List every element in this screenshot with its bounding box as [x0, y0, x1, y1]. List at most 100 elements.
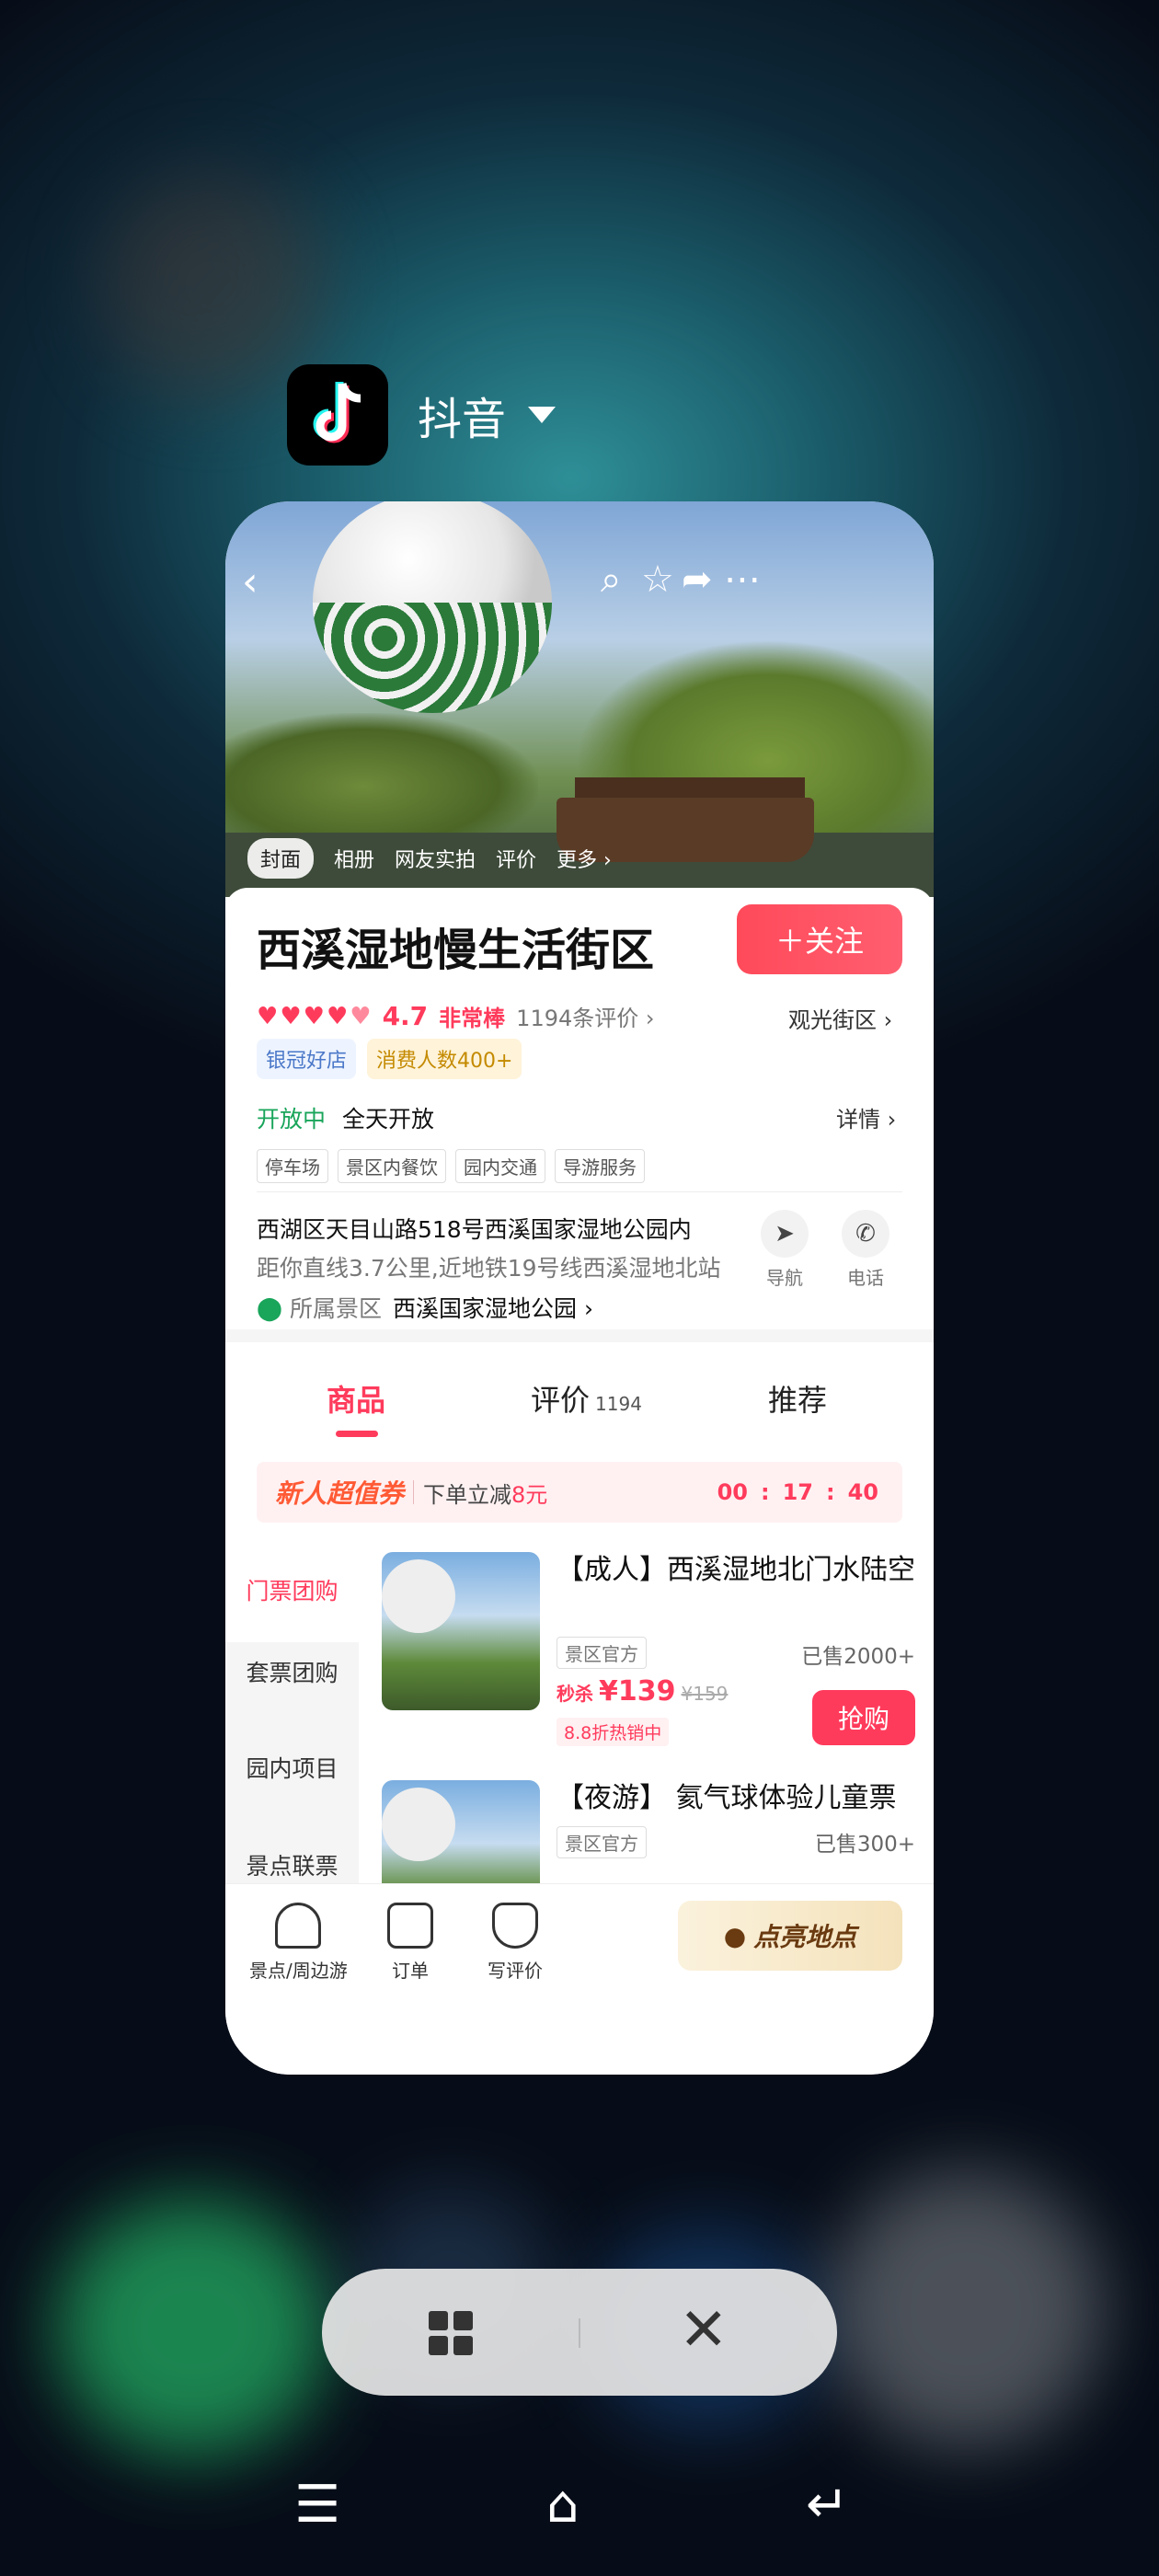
- facility-tag: 导游服务: [555, 1149, 645, 1183]
- phone-icon: ✆: [842, 1210, 889, 1258]
- review-count-link[interactable]: 1194条评价 ›: [516, 1000, 654, 1032]
- sidebar-item-combo-tickets[interactable]: 景点联票: [225, 1848, 359, 1881]
- more-icon[interactable]: ⋯: [724, 558, 761, 601]
- back-icon[interactable]: ‹: [242, 558, 258, 605]
- details-link[interactable]: 详情 ›: [836, 1101, 896, 1133]
- cover-tab-more[interactable]: 更多 ›: [557, 844, 612, 873]
- section-gap: [225, 1329, 934, 1342]
- content-tabs: 商品 评价 1194 推荐: [225, 1342, 934, 1443]
- cover-tab-reviews[interactable]: 评价: [496, 844, 536, 873]
- cover-tab-album[interactable]: 相册: [334, 844, 374, 873]
- facility-tag: 景区内餐饮: [338, 1149, 446, 1183]
- heart-icon: ♥: [257, 1002, 279, 1030]
- douyin-app-icon: [287, 364, 388, 466]
- location-pin-icon: ⬤: [257, 1294, 282, 1321]
- distance-info: 距你直线3.7公里,近地铁19号线西溪湿地北站: [257, 1255, 721, 1282]
- discount-badge: 8.8折热销中: [557, 1718, 670, 1746]
- open-status-row: 开放中 全天开放: [257, 1101, 434, 1134]
- active-tab-indicator: [336, 1431, 378, 1437]
- official-tag: 景区官方: [557, 1637, 647, 1669]
- favorite-star-icon[interactable]: ☆: [641, 558, 674, 601]
- recents-controls: ✕: [322, 2269, 837, 2396]
- official-tag: 景区官方: [557, 1826, 647, 1858]
- sidebar-item-park-activities[interactable]: 园内项目: [225, 1751, 359, 1784]
- poi-info-panel: 西溪湿地慢生活街区 ＋关注 ♥ ♥ ♥ ♥ ♥ 4.7 非常棒 1194条评价 …: [225, 888, 934, 1329]
- address[interactable]: 西湖区天目山路518号西溪国家湿地公园内: [257, 1212, 692, 1245]
- dropdown-caret-icon[interactable]: [528, 407, 557, 423]
- app-snapshot-card[interactable]: ‹ ⌕ ☆ ➦ ⋯ 封面 相册 网友实拍 评价 更多 › 西溪湿地慢生活街区 ＋…: [225, 501, 934, 2075]
- parent-scenic-label: 所属景区: [289, 1295, 382, 1322]
- bottom-action-bar: 景点/周边游 订单 写评价 ● 点亮地点: [225, 1883, 934, 2075]
- orders-button[interactable]: 订单: [387, 1903, 433, 1983]
- rating-row[interactable]: ♥ ♥ ♥ ♥ ♥ 4.7 非常棒 1194条评价 ›: [257, 1000, 654, 1032]
- search-icon[interactable]: ⌕: [601, 558, 621, 601]
- split-screen-grid-icon[interactable]: [429, 2311, 473, 2355]
- tab-reviews[interactable]: 评价 1194: [531, 1377, 642, 1420]
- sold-count: 已售2000+: [801, 1645, 915, 1669]
- tab-products[interactable]: 商品: [327, 1377, 385, 1420]
- cover-image[interactable]: ‹ ⌕ ☆ ➦ ⋯ 封面 相册 网友实拍 评价 更多 ›: [225, 501, 934, 897]
- category-link[interactable]: 观光街区 ›: [788, 1002, 892, 1034]
- countdown-timer: 00: 17: 40: [717, 1479, 878, 1505]
- original-price: ¥159: [681, 1683, 729, 1705]
- facility-tag: 园内交通: [455, 1149, 545, 1183]
- new-user-coupon[interactable]: 新人超值券 下单立减 8元 00: 17: 40: [257, 1462, 902, 1523]
- parent-scenic-name[interactable]: 西溪国家湿地公园 ›: [393, 1291, 593, 1324]
- app-name: 抖音: [418, 394, 507, 445]
- price: ¥139: [599, 1675, 676, 1708]
- mountain-icon: [275, 1903, 322, 1949]
- rating-text: 非常棒: [439, 1006, 506, 1031]
- wallpaper-blob: [101, 175, 322, 396]
- cover-tab-user-photos[interactable]: 网友实拍: [395, 844, 476, 873]
- badges: 银冠好店 消费人数400+: [257, 1039, 533, 1079]
- sold-count: 已售300+: [814, 1833, 915, 1857]
- sidebar-item-tickets[interactable]: 门票团购: [225, 1541, 359, 1642]
- back-icon[interactable]: ↵: [806, 2475, 849, 2535]
- follow-button[interactable]: ＋关注: [737, 904, 902, 974]
- menu-icon[interactable]: ☰: [294, 2475, 340, 2535]
- review-icon: [492, 1903, 538, 1949]
- product-title: 【夜游】 氦气球体验儿童票: [557, 1782, 897, 1814]
- location-pin-icon: ●: [723, 1920, 747, 1951]
- product-thumbnail[interactable]: [382, 1552, 540, 1710]
- consumer-count-badge: 消费人数400+: [367, 1039, 522, 1079]
- home-icon[interactable]: ⌂: [546, 2475, 580, 2535]
- order-icon: [387, 1903, 433, 1949]
- poi-title: 西溪湿地慢生活街区: [257, 925, 655, 976]
- heart-icon: ♥: [350, 1002, 372, 1030]
- recent-app-header[interactable]: 抖音: [287, 364, 557, 466]
- product-card[interactable]: 【夜游】 氦气球体验儿童票 景区官方 已售300+: [382, 1780, 915, 1883]
- heart-icon: ♥: [280, 1002, 302, 1030]
- price-row: 秒杀 ¥139 ¥159: [557, 1675, 729, 1708]
- balloon-image: [313, 501, 552, 713]
- cover-tab-cover[interactable]: 封面: [247, 838, 315, 879]
- product-thumbnail[interactable]: [382, 1780, 540, 1883]
- call-button[interactable]: ✆ 电话: [829, 1210, 902, 1290]
- divider: [257, 1191, 902, 1192]
- close-all-icon[interactable]: ✕: [679, 2296, 729, 2364]
- facility-tags: 停车场 景区内餐饮 园内交通 导游服务: [257, 1149, 654, 1183]
- parent-scenic-row[interactable]: ⬤ 所属景区 西溪国家湿地公园 ›: [257, 1291, 593, 1324]
- share-icon[interactable]: ➦: [682, 558, 713, 601]
- coupon-text: 下单立减: [423, 1481, 512, 1508]
- cover-tabs: 封面 相册 网友实拍 评价 更多 ›: [247, 838, 632, 879]
- sidebar-item-packages[interactable]: 套票团购: [225, 1655, 359, 1688]
- product-title: 【成人】西溪湿地北门水陆空: [557, 1554, 915, 1586]
- facility-tag: 停车场: [257, 1149, 328, 1183]
- open-hours: 全天开放: [341, 1106, 434, 1133]
- silver-crown-badge[interactable]: 银冠好店: [257, 1039, 357, 1079]
- heart-icon: ♥: [303, 1002, 325, 1030]
- navigate-button[interactable]: ➤ 导航: [748, 1210, 821, 1290]
- wallpaper-blob: [828, 2171, 1104, 2447]
- heart-icon: ♥: [326, 1002, 349, 1030]
- nearby-tours-button[interactable]: 景点/周边游: [249, 1903, 348, 1983]
- light-up-location-button[interactable]: ● 点亮地点: [678, 1901, 902, 1971]
- tab-recommend[interactable]: 推荐: [768, 1377, 827, 1420]
- wallpaper-blob: [55, 2199, 331, 2456]
- product-card[interactable]: 【成人】西溪湿地北门水陆空 景区官方 已售2000+ 秒杀 ¥139 ¥159 …: [382, 1552, 915, 1764]
- open-status: 开放中: [257, 1106, 327, 1133]
- coupon-tag: 新人超值券: [275, 1478, 405, 1509]
- buy-button[interactable]: 抢购: [812, 1690, 915, 1745]
- write-review-button[interactable]: 写评价: [488, 1903, 543, 1983]
- rating-score: 4.7: [382, 1001, 429, 1031]
